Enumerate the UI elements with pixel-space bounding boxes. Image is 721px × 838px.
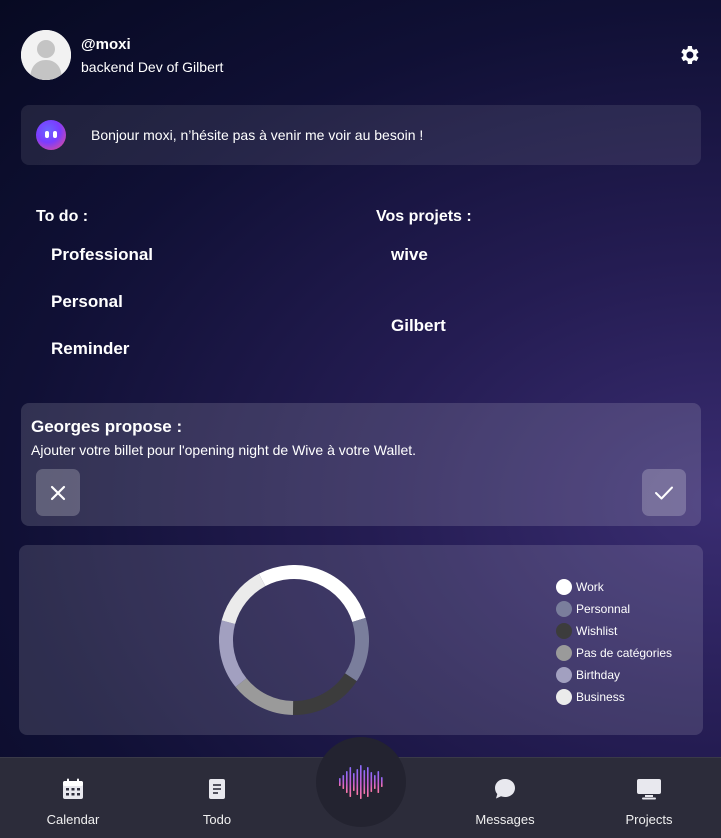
- legend-item: Business: [556, 686, 672, 708]
- notebook-icon: [208, 777, 226, 801]
- proposal-title: Georges propose :: [31, 417, 183, 436]
- donut-slice-pas-de-cat-gories: [235, 678, 294, 715]
- donut-slice-birthday: [219, 620, 247, 687]
- project-item-gilbert[interactable]: Gilbert: [391, 316, 446, 336]
- legend-label: Wishlist: [576, 624, 618, 638]
- assistant-greeting-banner: Bonjour moxi, n’hésite pas à venir me vo…: [21, 105, 701, 165]
- accept-button[interactable]: [642, 469, 686, 516]
- legend-swatch: [556, 601, 572, 617]
- greeting-text: Bonjour moxi, n’hésite pas à venir me vo…: [91, 127, 424, 143]
- waveform-bar: [356, 769, 359, 795]
- gear-icon[interactable]: [677, 43, 701, 67]
- legend-item: Work: [556, 576, 672, 598]
- waveform-bar: [349, 767, 352, 797]
- chat-bubble-icon: [493, 777, 517, 801]
- legend-item: Wishlist: [556, 620, 672, 642]
- voice-waveform-icon: [339, 765, 383, 799]
- waveform-bar: [360, 765, 362, 799]
- nav-messages[interactable]: Messages: [470, 758, 540, 838]
- legend-swatch: [556, 667, 572, 683]
- proposal-text: Ajouter votre billet pour l'opening nigh…: [31, 442, 417, 458]
- todo-item-personal[interactable]: Personal: [51, 292, 123, 312]
- waveform-bar: [339, 778, 341, 786]
- legend-label: Business: [576, 690, 625, 704]
- todo-title: To do :: [36, 208, 89, 225]
- category-chart-card: Work Personnal Wishlist Pas de catégories Bi…: [19, 545, 703, 735]
- user-handle: @moxi: [81, 35, 131, 53]
- donut-slice-wishlist: [292, 673, 357, 715]
- donut-slice-personnal: [344, 617, 369, 682]
- waveform-bar: [363, 770, 366, 794]
- user-role: backend Dev of Gilbert: [81, 58, 224, 75]
- voice-assistant-button[interactable]: [316, 737, 406, 827]
- chart-legend: Work Personnal Wishlist Pas de catégories Bi…: [556, 576, 672, 708]
- legend-item: Personnal: [556, 598, 672, 620]
- nav-todo[interactable]: Todo: [187, 758, 247, 838]
- user-silhouette-icon[interactable]: [21, 30, 71, 80]
- waveform-bar: [342, 775, 345, 789]
- waveform-bar: [381, 777, 383, 787]
- legend-swatch: [556, 579, 572, 595]
- legend-swatch: [556, 645, 572, 661]
- waveform-bar: [377, 771, 380, 793]
- projects-title: Vos projets :: [376, 208, 472, 225]
- legend-label: Pas de catégories: [576, 646, 673, 660]
- donut-slice-work: [258, 565, 366, 623]
- todo-item-professional[interactable]: Professional: [51, 245, 153, 265]
- legend-item: Birthday: [556, 664, 672, 686]
- donut-slice-business: [221, 573, 266, 625]
- nav-calendar-label: Calendar: [46, 812, 100, 827]
- monitor-icon: [636, 777, 662, 801]
- nav-messages-label: Messages: [475, 812, 535, 827]
- legend-label: Work: [576, 580, 604, 594]
- nav-projects-label: Projects: [625, 812, 673, 827]
- profile-header: @moxi backend Dev of Gilbert: [21, 30, 223, 80]
- waveform-bar: [346, 771, 348, 793]
- project-item-wive[interactable]: wive: [391, 245, 428, 265]
- legend-label: Birthday: [576, 668, 621, 682]
- todo-item-reminder[interactable]: Reminder: [51, 339, 129, 359]
- decline-button[interactable]: [36, 469, 80, 516]
- legend-swatch: [556, 623, 572, 639]
- legend-swatch: [556, 689, 572, 705]
- close-icon: [50, 485, 66, 500]
- bot-face-icon: [36, 120, 66, 150]
- calendar-icon: [62, 777, 84, 801]
- waveform-bar: [367, 767, 369, 797]
- proposal-card: Georges propose : Ajouter votre billet p…: [21, 403, 701, 526]
- nav-projects[interactable]: Projects: [614, 758, 684, 838]
- waveform-bar: [374, 775, 376, 789]
- waveform-bar: [370, 772, 373, 792]
- nav-todo-label: Todo: [202, 812, 232, 827]
- legend-item: Pas de catégories: [556, 642, 672, 664]
- legend-label: Personnal: [576, 602, 631, 616]
- waveform-bar: [353, 773, 355, 791]
- check-icon: [655, 486, 673, 499]
- user-info: @moxi backend Dev of Gilbert: [81, 36, 223, 75]
- nav-calendar[interactable]: Calendar: [38, 758, 108, 838]
- category-donut-chart: [219, 565, 369, 715]
